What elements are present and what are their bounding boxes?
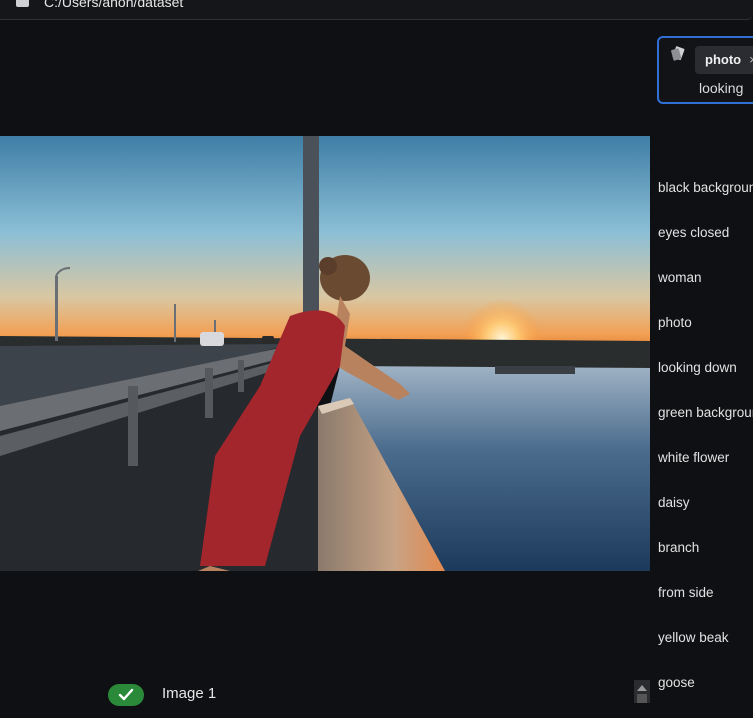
tag-item[interactable]: eyes closed <box>658 223 753 268</box>
filter-input[interactable]: looking <box>699 80 743 96</box>
tag-item[interactable]: photo <box>658 313 753 358</box>
image-caption: Image 1 <box>162 685 217 702</box>
tag-item[interactable]: green background <box>658 403 753 448</box>
chip-close-icon[interactable]: × <box>749 52 753 67</box>
tag-item[interactable]: woman <box>658 268 753 313</box>
tag-item[interactable]: white flower <box>658 448 753 493</box>
main-image[interactable] <box>0 136 650 571</box>
path-text[interactable]: C:/Users/anon/dataset <box>44 0 183 10</box>
tag-item[interactable]: from side <box>658 583 753 628</box>
tag-item[interactable]: black background <box>658 178 753 223</box>
tag-item[interactable]: daisy <box>658 493 753 538</box>
path-bar[interactable]: C:/Users/anon/dataset <box>0 0 753 20</box>
tag-item[interactable]: goose <box>658 673 753 718</box>
scrollbar-thumb[interactable] <box>637 694 647 703</box>
filter-chip-photo[interactable]: photo × <box>695 46 753 74</box>
tag-item[interactable]: looking down <box>658 358 753 403</box>
tag-item[interactable]: yellow beak <box>658 628 753 673</box>
folder-icon <box>16 0 29 7</box>
tag-list: black background eyes closed woman photo… <box>658 178 753 718</box>
tag-filter-box[interactable]: photo × looking <box>657 36 753 104</box>
vertical-scrollbar[interactable] <box>634 680 650 703</box>
scroll-up-icon[interactable] <box>637 685 647 691</box>
tag-icon <box>669 45 687 66</box>
tag-item[interactable]: branch <box>658 538 753 583</box>
filter-chip-label: photo <box>705 52 742 67</box>
